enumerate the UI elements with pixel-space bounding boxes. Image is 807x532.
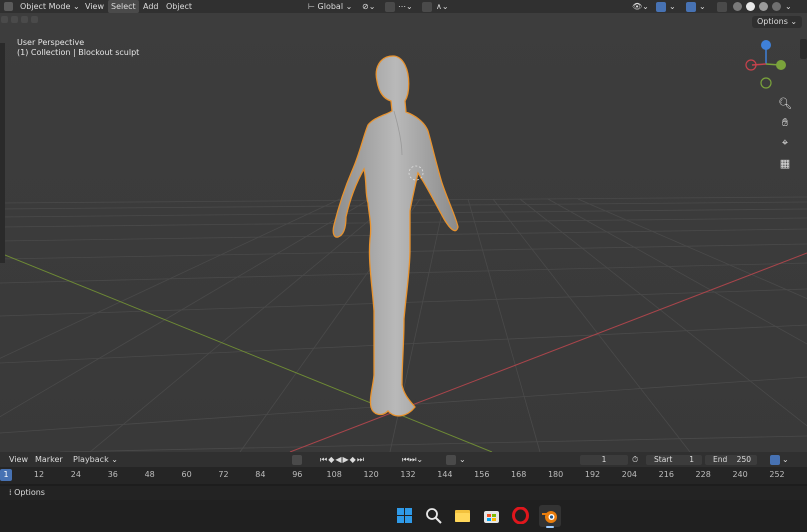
- timeline-tick: 192: [584, 470, 601, 479]
- store-icon[interactable]: [483, 507, 500, 524]
- select-box-icon[interactable]: [1, 16, 8, 23]
- xray-icon[interactable]: [717, 2, 727, 12]
- timeline-tick: 168: [511, 470, 527, 479]
- timeline-menu-marker[interactable]: Marker: [35, 453, 63, 466]
- orientation-icon: ⊢: [308, 2, 318, 11]
- timeline-tick: 252: [769, 470, 785, 479]
- windows-start-icon[interactable]: [396, 507, 413, 524]
- timeline-tick: 48: [144, 470, 155, 479]
- next-keyframe-icon[interactable]: ◆: [350, 455, 357, 464]
- select-intersect-icon[interactable]: [31, 16, 38, 23]
- timeline-tick: 72: [218, 470, 229, 479]
- timeline-tick: 144: [437, 470, 453, 479]
- perspective-grid-icon[interactable]: ▦: [776, 155, 794, 171]
- falloff-icon[interactable]: ∧⌄: [436, 0, 449, 13]
- mode-select[interactable]: Object Mode ⌄: [20, 0, 80, 13]
- timeline-tick: 12: [33, 470, 45, 479]
- gizmo-y: [776, 60, 786, 70]
- timeline-tick: 96: [292, 470, 303, 479]
- menu-view[interactable]: View: [85, 0, 104, 13]
- gizmo-options-icon[interactable]: ⌄: [669, 0, 676, 13]
- select-subtract-icon[interactable]: [21, 16, 28, 23]
- 3d-viewport[interactable]: User Perspective (1) Collection | Blocko…: [0, 13, 807, 452]
- blender-icon[interactable]: [539, 505, 561, 528]
- stopwatch-icon[interactable]: ⏱: [632, 453, 638, 466]
- solid-shading-icon[interactable]: [746, 2, 755, 11]
- material-shading-icon[interactable]: [759, 2, 768, 11]
- play-icon[interactable]: ▶: [343, 455, 350, 464]
- timeline-tick: 120: [363, 470, 379, 479]
- transform-orientation-select[interactable]: ⊢ Global ⌄: [308, 0, 352, 13]
- pan-hand-icon[interactable]: ✋︎: [776, 115, 794, 131]
- status-bar: ⁞ Options: [0, 486, 807, 500]
- timeline-tick: 24: [70, 470, 81, 479]
- jump-end-icon[interactable]: ⏭: [357, 455, 365, 464]
- jump-start-icon[interactable]: ⏮: [320, 455, 328, 464]
- zoom-icon[interactable]: 🔍︎: [776, 95, 794, 111]
- timeline-tick: 36: [107, 470, 118, 479]
- current-frame-field[interactable]: 1: [580, 455, 628, 465]
- timeline-header: View Marker Playback ⌄ ⏮◆◀▶◆⏭ ⏮⏭⌄ ⌄ 1 ⏱ …: [0, 452, 807, 467]
- viewport-options-button[interactable]: Options ⌄: [752, 16, 803, 28]
- viewport-header: Object Mode ⌄ View Select Add Object ⊢ G…: [0, 0, 807, 13]
- status-options[interactable]: ⁞ Options: [9, 486, 45, 499]
- navigation-gizmo[interactable]: [744, 40, 794, 90]
- overlay-toggle-icon[interactable]: [686, 2, 696, 12]
- timeline-menu-view[interactable]: View: [9, 453, 28, 466]
- timeline-view-icon[interactable]: [770, 455, 780, 465]
- proportional-edit-icon[interactable]: [422, 2, 432, 12]
- timeline-tick: 1: [3, 470, 9, 479]
- menu-select[interactable]: Select: [108, 0, 139, 13]
- sidebar-toggle[interactable]: [800, 39, 807, 59]
- timeline-tick: 132: [400, 470, 416, 479]
- timeline-tick: 108: [326, 470, 342, 479]
- end-frame-field[interactable]: End 250: [705, 455, 757, 465]
- visibility-icon[interactable]: 👁⌄: [632, 0, 649, 13]
- timeline-tick: 216: [658, 470, 674, 479]
- keying-set-icon[interactable]: [446, 455, 456, 465]
- menu-object[interactable]: Object: [166, 0, 192, 13]
- editor-type-icon[interactable]: [4, 2, 13, 11]
- timeline-menu-playback[interactable]: Playback ⌄: [73, 453, 118, 466]
- opera-icon[interactable]: [512, 506, 529, 525]
- playback-controls[interactable]: ⏮◆◀▶◆⏭: [320, 453, 365, 466]
- timeline-ruler[interactable]: 1 12 24 36 48 60 72 84 96 108 120 132 144 156 168 180 19…: [0, 467, 807, 484]
- collection-label: (1) Collection | Blockout sculpt: [17, 48, 140, 57]
- gizmo-z: [761, 40, 771, 50]
- play-reverse-icon[interactable]: ◀: [335, 455, 342, 464]
- timeline-tick: 60: [181, 470, 192, 479]
- timeline-tick: 180: [547, 470, 564, 479]
- timeline-tick: 204: [621, 470, 638, 479]
- timeline-tick: 240: [732, 470, 748, 479]
- perspective-label: User Perspective: [17, 38, 85, 47]
- search-icon[interactable]: [425, 507, 442, 524]
- shading-options-icon[interactable]: ⌄: [785, 0, 792, 13]
- snap-icon[interactable]: [385, 2, 395, 12]
- rendered-shading-icon[interactable]: [772, 2, 781, 11]
- snap-options-icon[interactable]: ⋯⌄: [398, 0, 413, 13]
- viewport-scene: [0, 13, 807, 452]
- tool-shelf[interactable]: [0, 43, 5, 263]
- timeline-view-dropdown-icon[interactable]: ⌄: [782, 453, 789, 466]
- keying-icon[interactable]: ⏮⏭⌄: [402, 453, 423, 466]
- gizmo-toggle-icon[interactable]: [656, 2, 666, 12]
- camera-view-icon[interactable]: ⌖: [776, 135, 794, 151]
- timeline-tick: 228: [695, 470, 711, 479]
- overlay-options-icon[interactable]: ⌄: [699, 0, 706, 13]
- wireframe-shading-icon[interactable]: [733, 2, 742, 11]
- active-app-indicator: [546, 526, 554, 528]
- os-taskbar: [0, 500, 807, 532]
- select-extend-icon[interactable]: [11, 16, 18, 23]
- menu-add[interactable]: Add: [143, 0, 159, 13]
- timeline-tick: 156: [474, 470, 490, 479]
- keyframe-record-icon[interactable]: [292, 455, 302, 465]
- pivot-icon[interactable]: ⊘⌄: [362, 0, 375, 13]
- file-explorer-icon[interactable]: [454, 507, 471, 524]
- options-handle-icon: ⁞: [9, 488, 12, 497]
- timeline-tick: 84: [255, 470, 266, 479]
- start-frame-field[interactable]: Start 1: [646, 455, 702, 465]
- keying-set-dropdown-icon[interactable]: ⌄: [459, 453, 466, 466]
- gizmo-neg-y: [760, 77, 772, 89]
